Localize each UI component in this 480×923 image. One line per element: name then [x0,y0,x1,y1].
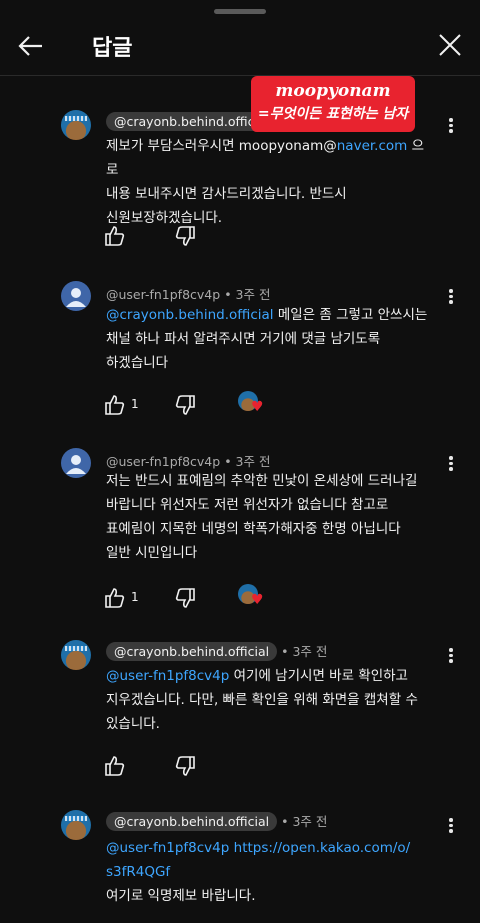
creator-heart-icon: ♥ [238,584,266,610]
comment-text: 제보가 부담스러우시면 moopyonam@naver.com 으로 내용 보내… [106,138,425,226]
kakao-link[interactable]: https://open.kakao.com/o/ [234,840,411,856]
comment-text: 저는 반드시 표예림의 추악한 민낯이 온세상에 드러나길 바랍니다 위선자도 … [106,473,418,561]
watermark-badge: moopyonam =무엇이든 표현하는 남자 [251,76,415,132]
dislike-icon[interactable] [174,587,196,609]
more-options-icon[interactable] [444,454,458,474]
email-link[interactable]: naver.com [337,138,408,154]
author-chip[interactable]: @crayonb.behind.official [106,642,278,661]
more-options-icon[interactable] [444,816,458,836]
dislike-icon[interactable] [174,755,196,777]
like-icon[interactable] [104,225,126,247]
timestamp: • 3주 전 [224,454,271,469]
timestamp: • 3주 전 [281,644,328,659]
mention-link[interactable]: @user-fn1pf8cv4p [106,840,229,856]
avatar[interactable] [61,448,91,478]
back-arrow-icon[interactable] [16,32,44,60]
comment-text: @user-fn1pf8cv4p 여기에 남기시면 바로 확인하고 지우겠습니다… [106,668,418,732]
page-title: 답글 [92,36,133,61]
like-icon[interactable] [104,394,126,416]
timestamp: • 3주 전 [281,814,328,829]
creator-heart-icon: ♥ [238,391,266,417]
like-count: 1 [131,397,139,411]
default-user-icon [66,455,86,474]
close-icon[interactable] [437,32,463,58]
dislike-icon[interactable] [174,225,196,247]
avatar[interactable] [61,110,91,140]
header: 답글 [0,0,480,76]
like-icon[interactable] [104,587,126,609]
comment-text: @user-fn1pf8cv4p https://open.kakao.com/… [106,840,411,904]
mention-link[interactable]: @user-fn1pf8cv4p [106,668,229,684]
avatar[interactable] [61,640,91,670]
author-name[interactable]: @user-fn1pf8cv4p [106,454,220,469]
more-options-icon[interactable] [444,287,458,307]
default-user-icon [66,288,86,307]
comment-text: @crayonb.behind.official 메일은 좀 그렇고 안쓰시는 … [106,307,428,371]
like-count: 1 [131,590,139,604]
like-icon[interactable] [104,755,126,777]
mention-link[interactable]: @crayonb.behind.official [106,307,274,323]
avatar[interactable] [61,810,91,840]
dislike-icon[interactable] [174,394,196,416]
author-chip[interactable]: @crayonb.behind.official [106,812,278,831]
timestamp: • 3주 전 [224,287,271,302]
kakao-link-continued[interactable]: s3fR4QGf [106,864,170,880]
more-options-icon[interactable] [444,646,458,666]
more-options-icon[interactable] [444,116,458,136]
author-name[interactable]: @user-fn1pf8cv4p [106,287,220,302]
avatar[interactable] [61,281,91,311]
